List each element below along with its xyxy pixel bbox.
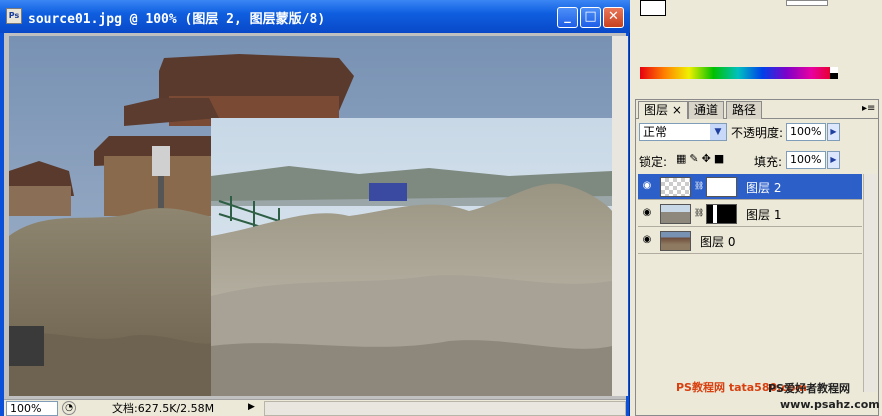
layer-name[interactable]: 图层 0 bbox=[700, 233, 735, 250]
lock-transparency-icon[interactable]: ▦ bbox=[676, 152, 689, 165]
blend-mode-value: 正常 bbox=[643, 125, 668, 139]
status-info-icon[interactable]: ◔ bbox=[62, 401, 76, 415]
color-value-field[interactable] bbox=[786, 0, 828, 6]
canvas-area bbox=[4, 33, 628, 399]
composite-image bbox=[9, 36, 612, 396]
document-window: Ps source01.jpg @ 100% (图层 2, 图层蒙版/8) _ … bbox=[0, 0, 630, 416]
zoom-level-field[interactable]: 100% bbox=[6, 401, 58, 416]
layer-row[interactable]: ◉ 图层 0 bbox=[638, 228, 862, 254]
foreground-color-swatch[interactable] bbox=[640, 0, 666, 16]
status-bar: 100% ◔ 文档:627.5K/2.58M ▶ bbox=[4, 399, 626, 416]
opacity-field[interactable]: 100% bbox=[786, 123, 826, 141]
layers-vertical-scrollbar[interactable] bbox=[863, 174, 877, 392]
layer-row[interactable]: ◉ ⛓ 图层 1 bbox=[638, 201, 862, 227]
layer-thumbnail[interactable] bbox=[660, 231, 691, 251]
fill-label: 填充: bbox=[754, 155, 783, 169]
canvas-vertical-scrollbar[interactable] bbox=[612, 36, 628, 396]
opacity-slider-arrow-icon[interactable]: ▶ bbox=[827, 123, 840, 141]
close-button[interactable]: ✕ bbox=[603, 7, 624, 28]
color-ramp-black-white[interactable] bbox=[830, 67, 838, 79]
lock-label: 锁定: bbox=[639, 155, 668, 169]
document-size-info: 文档:627.5K/2.58M bbox=[112, 402, 215, 415]
canvas-horizontal-scrollbar[interactable] bbox=[264, 401, 626, 416]
tab-channels[interactable]: 通道 bbox=[688, 101, 725, 119]
fill-slider-arrow-icon[interactable]: ▶ bbox=[827, 151, 840, 169]
layer-name[interactable]: 图层 1 bbox=[746, 206, 781, 223]
tab-layers[interactable]: 图层 × bbox=[638, 101, 688, 119]
tab-layers-label: 图层 bbox=[644, 103, 669, 117]
status-menu-arrow-icon[interactable]: ▶ bbox=[248, 402, 255, 412]
maximize-button[interactable]: □ bbox=[580, 7, 601, 28]
layer-row[interactable]: ◉ ⛓ 图层 2 bbox=[638, 174, 862, 200]
lock-brush-icon[interactable]: ✎ bbox=[689, 152, 701, 165]
color-panel bbox=[636, 0, 882, 60]
panel-menu-icon[interactable]: ▸≡ bbox=[862, 103, 875, 114]
layer-thumbnail[interactable] bbox=[660, 177, 691, 197]
tab-close-icon[interactable]: × bbox=[672, 103, 682, 117]
tab-paths[interactable]: 路径 bbox=[726, 101, 763, 119]
minimize-button[interactable]: _ bbox=[557, 7, 578, 28]
watermark-url: www.psahz.com bbox=[780, 398, 880, 411]
window-title: source01.jpg @ 100% (图层 2, 图层蒙版/8) bbox=[28, 12, 326, 27]
layer-thumbnail[interactable] bbox=[660, 204, 691, 224]
layer-name[interactable]: 图层 2 bbox=[746, 179, 781, 196]
lock-move-icon[interactable]: ✥ bbox=[702, 152, 714, 165]
eye-icon[interactable]: ◉ bbox=[640, 206, 654, 220]
eye-icon[interactable]: ◉ bbox=[640, 179, 654, 193]
eye-icon[interactable]: ◉ bbox=[640, 233, 654, 247]
lock-all-icon[interactable]: ■ bbox=[714, 152, 727, 165]
opacity-label: 不透明度: bbox=[731, 126, 784, 140]
layer-mask-thumbnail[interactable] bbox=[706, 177, 737, 197]
mask-link-icon[interactable]: ⛓ bbox=[694, 181, 704, 190]
watermark-title: PS爱好者教程网 bbox=[768, 382, 850, 395]
title-bar[interactable]: Ps source01.jpg @ 100% (图层 2, 图层蒙版/8) _ … bbox=[0, 0, 630, 33]
mask-link-icon[interactable]: ⛓ bbox=[694, 208, 704, 217]
photoshop-app-icon: Ps bbox=[6, 8, 22, 24]
image-canvas[interactable] bbox=[9, 36, 612, 396]
tab-channels-label: 通道 bbox=[694, 103, 719, 117]
layer-mask-thumbnail[interactable] bbox=[706, 204, 737, 224]
lock-options[interactable]: ▦✎✥■ bbox=[676, 152, 727, 165]
panel-tabs: 图层 × 通道 路径 ▸≡ bbox=[636, 100, 878, 119]
layers-panel: 图层 × 通道 路径 ▸≡ 正常 ▼ 不透明度: 100% ▶ 锁定: ▦✎✥■… bbox=[635, 99, 879, 416]
chevron-down-icon: ▼ bbox=[710, 124, 726, 140]
fill-field[interactable]: 100% bbox=[786, 151, 826, 169]
color-ramp[interactable] bbox=[640, 67, 836, 79]
tab-paths-label: 路径 bbox=[732, 103, 757, 117]
blend-mode-select[interactable]: 正常 ▼ bbox=[639, 123, 727, 141]
